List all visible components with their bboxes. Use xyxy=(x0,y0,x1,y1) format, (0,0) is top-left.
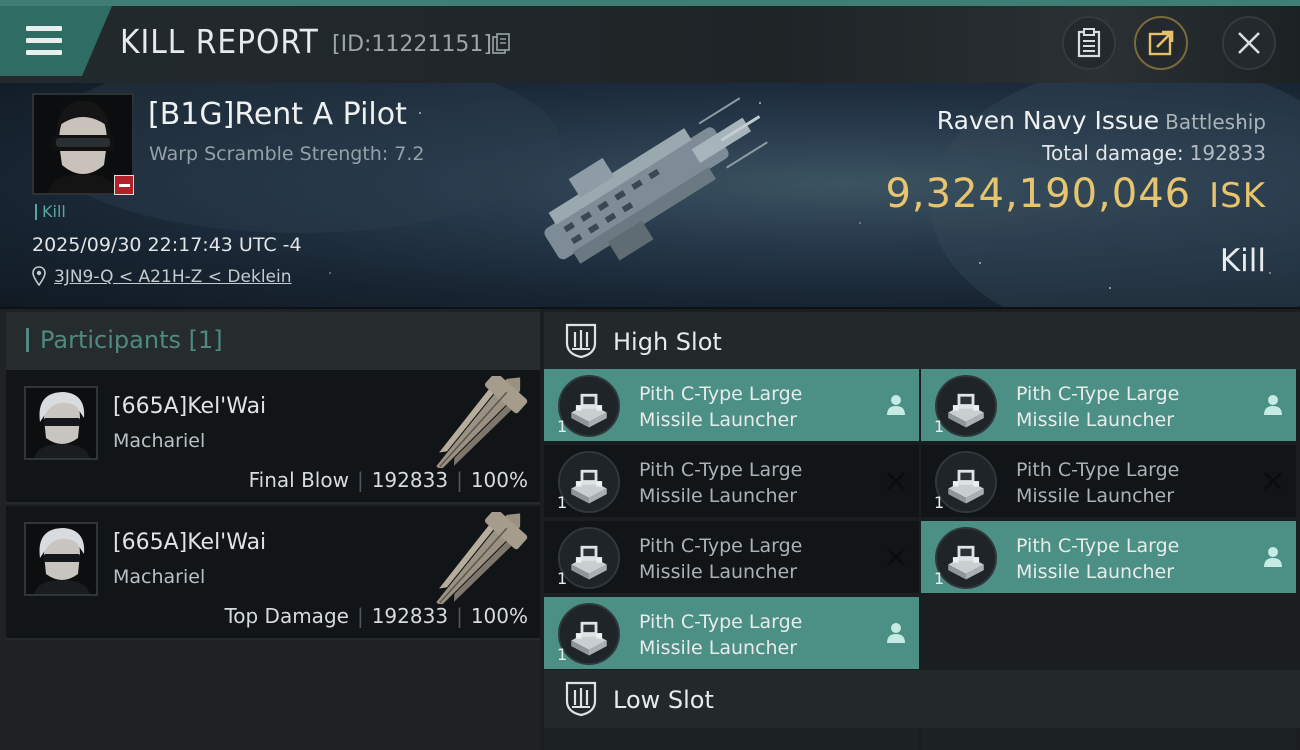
isk-unit: ISK xyxy=(1209,176,1266,216)
module-quantity: 1 xyxy=(934,493,945,512)
participant-percent: 100% xyxy=(470,468,528,492)
x-icon xyxy=(885,469,907,493)
module-quantity: 1 xyxy=(557,645,568,664)
participant-ship: Machariel xyxy=(113,430,206,452)
participant-avatar xyxy=(24,522,98,596)
missile-launcher-icon xyxy=(558,603,620,665)
module-slot[interactable]: 1 Pith C-Type Large Missile Launcher xyxy=(544,445,919,517)
low-slot-title: Low Slot xyxy=(613,686,714,714)
fitting-panel: High Slot 1 Pith C-Type Large Missile Laun… xyxy=(540,309,1300,750)
ship-class: Battleship xyxy=(1165,110,1266,134)
module-name: Pith C-Type Large Missile Launcher xyxy=(639,383,803,431)
participant-role: Top Damage xyxy=(224,604,349,628)
participants-header[interactable]: Participants [1] xyxy=(6,312,540,370)
warp-scramble-strength: Warp Scramble Strength: 7.2 xyxy=(149,143,425,165)
corp-badge xyxy=(114,175,134,195)
participant-stats: Final Blow | 192833 | 100% xyxy=(248,468,528,492)
close-button[interactable] xyxy=(1222,16,1276,70)
x-icon xyxy=(885,545,907,569)
share-button[interactable] xyxy=(1134,16,1188,70)
module-slot[interactable]: 1 Pith C-Type Large Missile Launcher xyxy=(544,521,919,593)
page-title: KILL REPORT xyxy=(120,22,319,61)
participant-name: [665A]Kel'Wai xyxy=(113,530,267,555)
low-slot-icon xyxy=(565,681,597,717)
victim-name[interactable]: [B1G]Rent A Pilot xyxy=(148,97,407,132)
participant-ship: Machariel xyxy=(113,566,206,588)
module-slot[interactable]: 1 Pith C-Type Large Missile Launcher xyxy=(544,369,919,441)
participant-damage: 192833 xyxy=(371,604,449,628)
module-slot[interactable]: 1 Pith C-Type Large Missile Launcher xyxy=(921,369,1296,441)
participant-avatar xyxy=(24,386,98,460)
module-name: Pith C-Type Large Missile Launcher xyxy=(639,459,803,507)
copy-icon[interactable] xyxy=(492,33,510,55)
module-slot[interactable]: 1 Pith C-Type Large Missile Launcher xyxy=(544,597,919,669)
location-pin-icon xyxy=(32,266,46,286)
missile-launcher-icon xyxy=(558,527,620,589)
low-slot-item-partial[interactable] xyxy=(921,728,1296,750)
close-icon xyxy=(1238,32,1260,54)
victim-summary: [B1G]Rent A Pilot Warp Scramble Strength… xyxy=(0,83,1300,307)
hamburger-icon xyxy=(26,26,62,56)
missile-launcher-icon xyxy=(558,451,620,513)
person-icon xyxy=(1262,545,1284,569)
result-label: Kill xyxy=(1219,243,1266,279)
total-damage: Total damage: 192833 xyxy=(1042,141,1266,165)
module-quantity: 1 xyxy=(557,417,568,436)
share-icon xyxy=(1148,30,1174,56)
high-slot-icon xyxy=(565,323,597,359)
module-quantity: 1 xyxy=(557,493,568,512)
module-quantity: 1 xyxy=(557,569,568,588)
low-slot-header: Low Slot xyxy=(544,670,1300,728)
total-damage-value: 192833 xyxy=(1189,141,1266,165)
person-icon xyxy=(1262,393,1284,417)
module-name: Pith C-Type Large Missile Launcher xyxy=(639,611,803,659)
module-quantity: 1 xyxy=(934,417,945,436)
kill-type-tag: Kill xyxy=(35,204,66,220)
isk-value: 9,324,190,046 ISK xyxy=(885,171,1266,217)
module-quantity: 1 xyxy=(934,569,945,588)
module-name: Pith C-Type Large Missile Launcher xyxy=(639,535,803,583)
victim-ship-name[interactable]: Raven Navy Issue Battleship xyxy=(937,106,1266,135)
victim-ship-image xyxy=(544,97,768,264)
kill-datetime: 2025/09/30 22:17:43 UTC -4 xyxy=(32,234,302,256)
person-icon xyxy=(885,393,907,417)
location-link[interactable]: 3JN9-Q < A21H-Z < Deklein xyxy=(54,267,292,287)
missile-launcher-icon xyxy=(935,451,997,513)
clipboard-icon xyxy=(1077,28,1101,58)
participant-ship-image xyxy=(436,376,528,468)
participant-percent: 100% xyxy=(470,604,528,628)
high-slot-header: High Slot xyxy=(544,312,1300,370)
missile-launcher-icon xyxy=(935,527,997,589)
participants-title: Participants [1] xyxy=(26,328,223,352)
clipboard-button[interactable] xyxy=(1062,16,1116,70)
module-name: Pith C-Type Large Missile Launcher xyxy=(1016,383,1180,431)
participant-damage: 192833 xyxy=(371,468,449,492)
participant-row[interactable]: [665A]Kel'Wai Machariel Final Blow | 19283… xyxy=(6,370,540,504)
module-slot[interactable]: 1 Pith C-Type Large Missile Launcher xyxy=(921,521,1296,593)
participant-ship-image xyxy=(436,512,528,604)
person-icon xyxy=(885,621,907,645)
participant-row[interactable]: [665A]Kel'Wai Machariel Top Damage | 19283… xyxy=(6,506,540,640)
x-icon xyxy=(1262,469,1284,493)
missile-launcher-icon xyxy=(558,375,620,437)
participant-name: [665A]Kel'Wai xyxy=(113,394,267,419)
participant-role: Final Blow xyxy=(248,468,349,492)
module-name: Pith C-Type Large Missile Launcher xyxy=(1016,459,1180,507)
low-slot-item-partial[interactable] xyxy=(544,728,919,750)
module-slot[interactable]: 1 Pith C-Type Large Missile Launcher xyxy=(921,445,1296,517)
kill-report-window: KILL REPORT [ID:11221151] [B1G]Rent A Pi… xyxy=(0,0,1300,750)
participant-stats: Top Damage | 192833 | 100% xyxy=(224,604,528,628)
participants-panel: Participants [1] [665A]Kel'Wai Machariel xyxy=(0,309,540,750)
module-name: Pith C-Type Large Missile Launcher xyxy=(1016,535,1180,583)
kill-id: [ID:11221151] xyxy=(332,32,492,57)
high-slot-title: High Slot xyxy=(613,328,722,356)
missile-launcher-icon xyxy=(935,375,997,437)
